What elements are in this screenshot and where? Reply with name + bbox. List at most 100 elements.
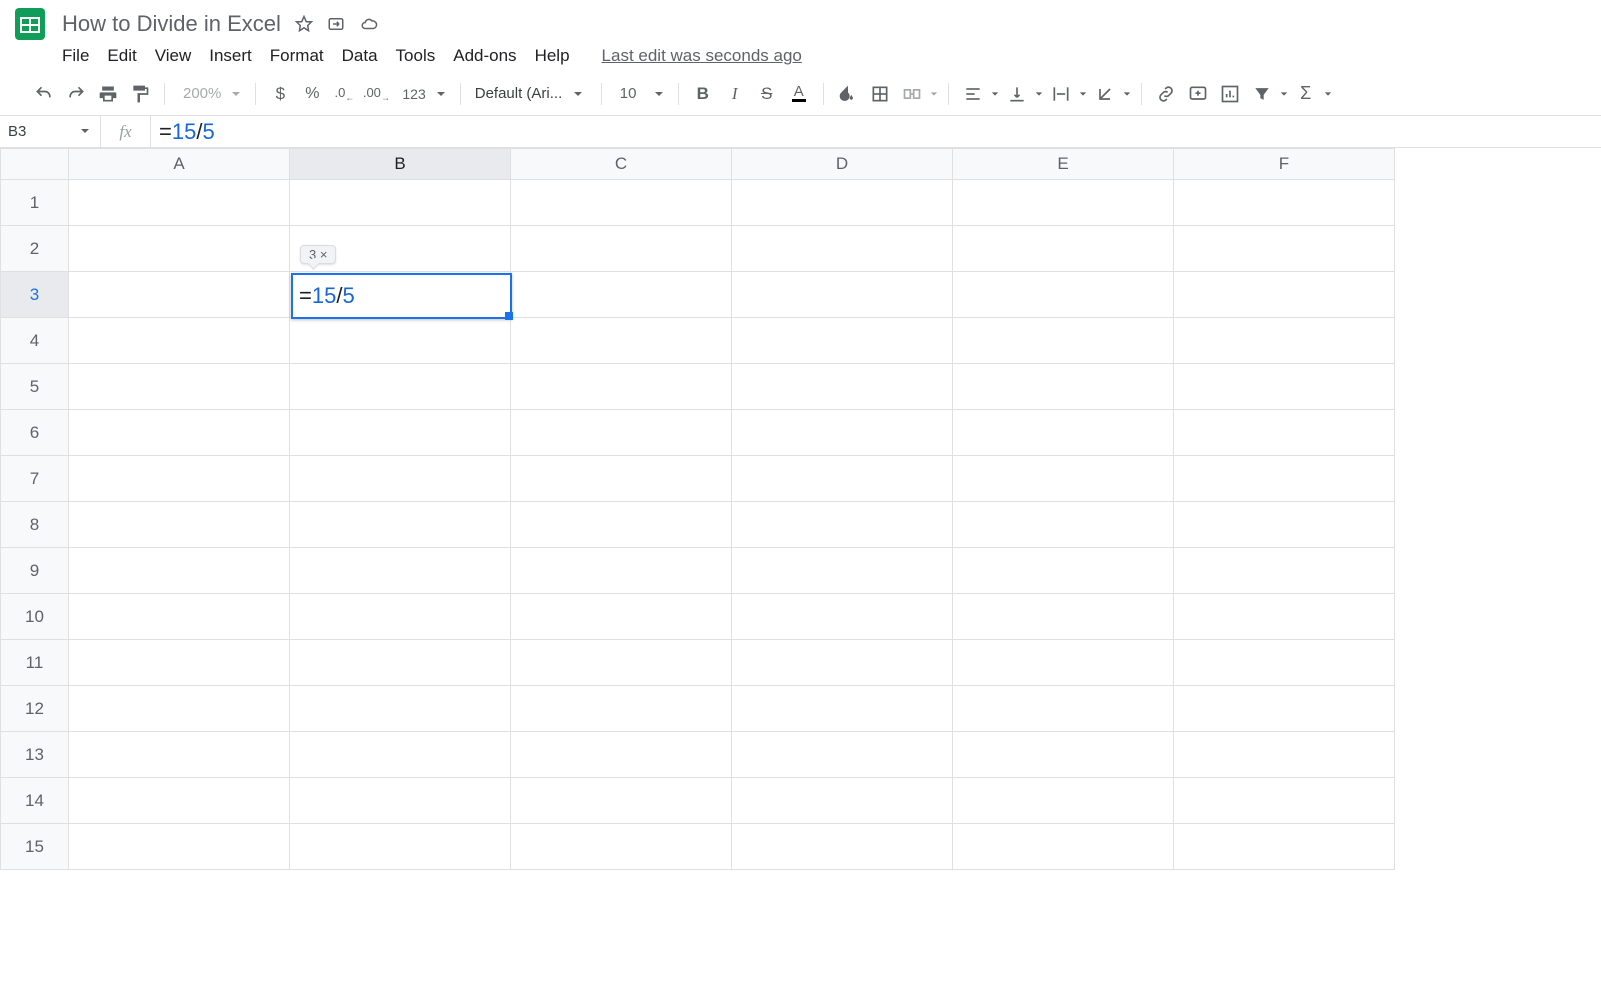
merge-dropdown-caret[interactable] — [930, 90, 938, 98]
print-button[interactable] — [94, 80, 122, 108]
insert-comment-button[interactable] — [1184, 80, 1212, 108]
cell[interactable] — [732, 686, 953, 732]
cell[interactable] — [732, 640, 953, 686]
cell[interactable] — [1174, 410, 1395, 456]
menu-data[interactable]: Data — [342, 46, 378, 66]
col-header-C[interactable]: C — [511, 149, 732, 180]
cell[interactable] — [290, 410, 511, 456]
cell[interactable] — [953, 548, 1174, 594]
cell[interactable] — [1174, 824, 1395, 870]
cell[interactable] — [953, 824, 1174, 870]
cell[interactable] — [290, 824, 511, 870]
cell[interactable] — [1174, 502, 1395, 548]
cell[interactable] — [511, 686, 732, 732]
cell[interactable] — [290, 686, 511, 732]
col-header-A[interactable]: A — [69, 149, 290, 180]
cell[interactable] — [290, 778, 511, 824]
cell[interactable] — [511, 364, 732, 410]
doc-title[interactable]: How to Divide in Excel — [62, 11, 281, 37]
row-header-9[interactable]: 9 — [1, 548, 69, 594]
cell[interactable] — [1174, 226, 1395, 272]
cell[interactable] — [290, 548, 511, 594]
cell[interactable] — [69, 410, 290, 456]
cell[interactable] — [953, 226, 1174, 272]
rotation-caret[interactable] — [1123, 90, 1131, 98]
cell[interactable] — [953, 364, 1174, 410]
cell[interactable] — [511, 640, 732, 686]
cell[interactable] — [1174, 686, 1395, 732]
cell[interactable] — [69, 548, 290, 594]
cell[interactable] — [953, 456, 1174, 502]
cell[interactable] — [1174, 594, 1395, 640]
cell[interactable] — [732, 410, 953, 456]
currency-button[interactable]: $ — [266, 80, 294, 108]
valign-caret[interactable] — [1035, 90, 1043, 98]
italic-button[interactable]: I — [721, 80, 749, 108]
cell[interactable] — [290, 732, 511, 778]
cell[interactable] — [732, 502, 953, 548]
fill-handle[interactable] — [505, 312, 513, 320]
cell[interactable] — [69, 272, 290, 318]
col-header-E[interactable]: E — [953, 149, 1174, 180]
cell[interactable] — [1174, 548, 1395, 594]
cell[interactable] — [953, 640, 1174, 686]
zoom-dropdown[interactable]: 200% — [175, 85, 245, 102]
cell[interactable] — [732, 272, 953, 318]
row-header-1[interactable]: 1 — [1, 180, 69, 226]
row-header-2[interactable]: 2 — [1, 226, 69, 272]
undo-button[interactable] — [30, 80, 58, 108]
row-header-6[interactable]: 6 — [1, 410, 69, 456]
increase-decimal-button[interactable]: .00→ — [362, 80, 390, 108]
font-family-dropdown[interactable]: Default (Ari... — [471, 85, 591, 102]
row-header-13[interactable]: 13 — [1, 732, 69, 778]
cell[interactable] — [511, 824, 732, 870]
name-box[interactable]: B3 — [0, 123, 100, 140]
cell[interactable] — [290, 502, 511, 548]
functions-button[interactable]: Σ — [1292, 80, 1320, 108]
cell[interactable] — [511, 594, 732, 640]
menu-view[interactable]: View — [155, 46, 192, 66]
star-icon[interactable] — [295, 15, 313, 33]
cell[interactable] — [69, 226, 290, 272]
formula-input[interactable]: =15/5 — [150, 116, 1601, 147]
cell[interactable] — [290, 640, 511, 686]
cell[interactable] — [511, 226, 732, 272]
cell[interactable] — [511, 502, 732, 548]
functions-caret[interactable] — [1324, 90, 1332, 98]
menu-edit[interactable]: Edit — [107, 46, 136, 66]
vertical-align-button[interactable] — [1003, 80, 1031, 108]
cell[interactable] — [69, 732, 290, 778]
text-color-button[interactable]: A — [785, 80, 813, 108]
cell[interactable] — [953, 180, 1174, 226]
row-header-5[interactable]: 5 — [1, 364, 69, 410]
decrease-decimal-button[interactable]: .0← — [330, 80, 358, 108]
cell[interactable] — [290, 456, 511, 502]
row-header-11[interactable]: 11 — [1, 640, 69, 686]
cell[interactable] — [1174, 778, 1395, 824]
menu-file[interactable]: File — [62, 46, 89, 66]
menu-addons[interactable]: Add-ons — [453, 46, 516, 66]
cell[interactable] — [511, 778, 732, 824]
cell[interactable] — [69, 364, 290, 410]
insert-chart-button[interactable] — [1216, 80, 1244, 108]
cell[interactable] — [69, 456, 290, 502]
cell[interactable] — [732, 318, 953, 364]
borders-button[interactable] — [866, 80, 894, 108]
cell[interactable] — [69, 778, 290, 824]
row-header-8[interactable]: 8 — [1, 502, 69, 548]
wrap-caret[interactable] — [1079, 90, 1087, 98]
active-cell-editor[interactable]: =15/5 — [291, 273, 512, 319]
horizontal-align-button[interactable] — [959, 80, 987, 108]
move-to-icon[interactable] — [327, 15, 345, 33]
percent-button[interactable]: % — [298, 80, 326, 108]
number-format-dropdown[interactable]: 123 — [394, 86, 449, 102]
cell[interactable] — [69, 318, 290, 364]
row-header-12[interactable]: 12 — [1, 686, 69, 732]
cell[interactable] — [69, 502, 290, 548]
col-header-B[interactable]: B — [290, 149, 511, 180]
strikethrough-button[interactable]: S — [753, 80, 781, 108]
cell[interactable] — [953, 778, 1174, 824]
insert-link-button[interactable] — [1152, 80, 1180, 108]
cell[interactable] — [511, 456, 732, 502]
text-rotation-button[interactable] — [1091, 80, 1119, 108]
